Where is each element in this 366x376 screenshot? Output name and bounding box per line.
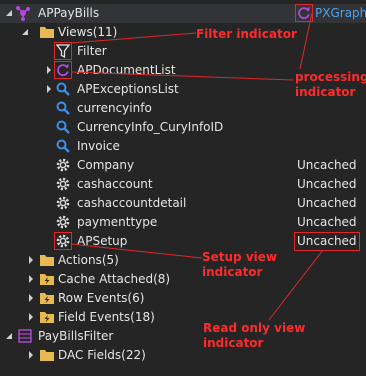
tree-view: APPayBills PXGraph Views(11) Filter APDo… — [0, 0, 366, 376]
folder-icon — [39, 24, 55, 40]
view-label: currencyinfo — [77, 101, 152, 115]
tree-node-view[interactable]: currencyinfo — [0, 99, 366, 118]
gear-icon — [55, 214, 71, 230]
expand-arrow-icon[interactable] — [27, 294, 35, 302]
filter-icon — [54, 42, 72, 60]
folder-icon — [39, 252, 55, 268]
tree-node-view[interactable]: Company Uncached — [0, 156, 366, 175]
view-label: APExceptionsList — [77, 82, 179, 96]
refresh-icon — [54, 61, 72, 79]
view-label: Company — [77, 158, 135, 172]
tree-node-views[interactable]: Views(11) — [0, 23, 366, 42]
lightning-folder-icon — [39, 290, 55, 306]
expand-arrow-icon[interactable] — [45, 85, 53, 93]
view-label: APDocumentList — [77, 63, 176, 77]
readonly-view-annotation: Read only view indicator — [203, 321, 306, 350]
uncached-badge: Uncached — [294, 232, 360, 251]
group-label: Cache Attached(8) — [58, 272, 171, 286]
processing-indicator-annotation: processing indicator — [295, 70, 366, 99]
tree-node-view[interactable]: paymenttype Uncached — [0, 213, 366, 232]
gear-icon — [55, 157, 71, 173]
folder-icon — [39, 347, 55, 363]
view-label: CurrencyInfo_CuryInfoID — [77, 120, 224, 134]
tree-node-paybillsfilter[interactable]: PayBillsFilter — [0, 327, 366, 346]
group-label: Row Events(6) — [58, 291, 145, 305]
root-label: APPayBills — [38, 6, 100, 20]
expand-arrow-icon[interactable] — [45, 66, 53, 74]
tree-node-view[interactable]: Invoice — [0, 137, 366, 156]
refresh-icon — [295, 4, 313, 22]
group-label: Field Events(18) — [58, 310, 155, 324]
tree-node-view[interactable]: CurrencyInfo_CuryInfoID — [0, 118, 366, 137]
collapse-arrow-icon[interactable] — [5, 9, 13, 17]
setup-view-annotation: Setup view indicator — [202, 250, 277, 279]
graph-icon — [15, 5, 31, 21]
gear-icon — [54, 232, 72, 250]
tree-node-cache-attached[interactable]: Cache Attached(8) — [0, 270, 366, 289]
tree-node-actions[interactable]: Actions(5) — [0, 251, 366, 270]
expand-arrow-icon[interactable] — [27, 313, 35, 321]
tree-node-field-events[interactable]: Field Events(18) — [0, 308, 366, 327]
uncached-badge: Uncached — [297, 215, 357, 229]
expand-arrow-icon[interactable] — [27, 256, 35, 264]
tree-node-view[interactable]: cashaccount Uncached — [0, 175, 366, 194]
tree-node-appaybills[interactable]: APPayBills PXGraph — [0, 4, 366, 23]
gear-icon — [55, 195, 71, 211]
tree-node-view[interactable]: APSetup Uncached — [0, 232, 366, 251]
collapse-arrow-icon[interactable] — [21, 28, 29, 36]
lightning-folder-icon — [39, 271, 55, 287]
view-label: Invoice — [77, 139, 120, 153]
expand-arrow-icon[interactable] — [27, 275, 35, 283]
tree-node-row-events[interactable]: Row Events(6) — [0, 289, 366, 308]
tree-node-dac-fields[interactable]: DAC Fields(22) — [0, 346, 366, 365]
table-icon — [17, 328, 33, 344]
gear-icon — [55, 176, 71, 192]
view-label: cashaccountdetail — [77, 196, 187, 210]
tree-node-view[interactable]: cashaccountdetail Uncached — [0, 194, 366, 213]
views-label: Views(11) — [58, 25, 118, 39]
search-icon — [55, 81, 71, 97]
tree-node-view[interactable]: Filter — [0, 42, 366, 61]
graph-type-label: PXGraph — [315, 6, 366, 20]
search-icon — [55, 119, 71, 135]
view-label: paymenttype — [77, 215, 158, 229]
lightning-folder-icon — [39, 309, 55, 325]
group-label: Actions(5) — [58, 253, 119, 267]
search-icon — [55, 100, 71, 116]
expand-arrow-icon[interactable] — [27, 351, 35, 359]
filter-indicator-annotation: Filter indicator — [196, 27, 297, 41]
view-label: APSetup — [77, 234, 128, 248]
dac-label: PayBillsFilter — [38, 329, 114, 343]
collapse-arrow-icon[interactable] — [5, 332, 13, 340]
uncached-badge: Uncached — [297, 158, 357, 172]
uncached-badge: Uncached — [297, 196, 357, 210]
view-label: Filter — [77, 44, 107, 58]
uncached-badge: Uncached — [297, 177, 357, 191]
search-icon — [55, 138, 71, 154]
view-label: cashaccount — [77, 177, 153, 191]
dac-fields-label: DAC Fields(22) — [58, 348, 146, 362]
